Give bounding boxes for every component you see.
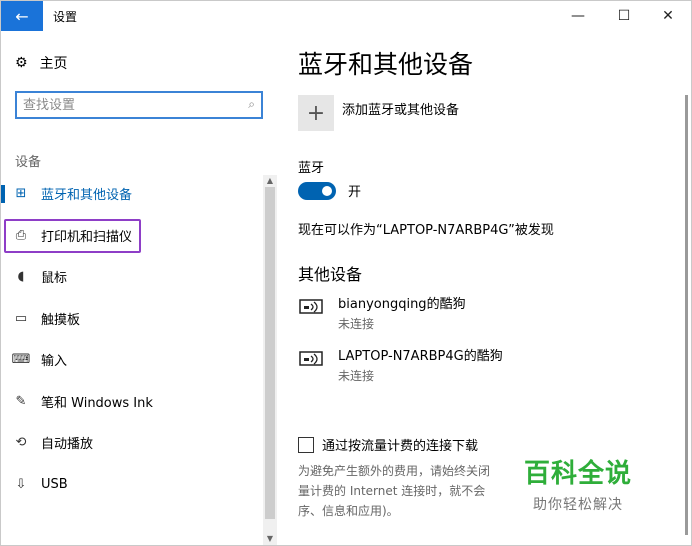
autoplay-icon: ⟲ — [15, 435, 27, 451]
sidebar-nav: ⊞ 蓝牙和其他设备 ⎙ 打印机和扫描仪 ◖ 鼠标 ▭ 触摸板 ⌨ 输入 ✎ 笔和… — [1, 173, 263, 505]
window-title: 设置 — [53, 10, 78, 24]
scroll-up-icon[interactable]: ▲ — [263, 175, 277, 187]
maximize-button[interactable]: ☐ — [601, 1, 647, 31]
keyboard-icon: ⌨ — [11, 352, 31, 368]
sidebar-item-usb[interactable]: ⇩ USB — [1, 464, 263, 506]
sidebar-item-touchpad[interactable]: ▭ 触摸板 — [1, 298, 263, 340]
main-content: 蓝牙和其他设备 + 添加蓝牙或其他设备 蓝牙 开 现在可以作为“LAPTOP-N… — [281, 31, 691, 545]
sidebar-item-label: 输入 — [41, 354, 68, 370]
pen-icon: ✎ — [15, 393, 27, 409]
scroll-down-icon[interactable]: ▼ — [263, 533, 277, 545]
metered-checkbox[interactable] — [298, 436, 314, 453]
metered-download-option: 通过按流量计费的连接下载 — [298, 435, 478, 454]
sidebar-item-pen[interactable]: ✎ 笔和 Windows Ink — [1, 381, 263, 423]
plus-icon: + — [298, 95, 334, 131]
bluetooth-toggle[interactable] — [298, 181, 336, 200]
bluetooth-toggle-row: 开 — [298, 181, 361, 200]
active-indicator — [1, 185, 5, 203]
sidebar-item-label: 鼠标 — [41, 271, 68, 287]
device-status: 未连接 — [338, 317, 375, 331]
minimize-icon: — — [571, 8, 585, 24]
arrow-left-icon: ← — [15, 6, 29, 26]
sidebar-item-label: 触摸板 — [41, 312, 81, 328]
page-title: 蓝牙和其他设备 — [298, 50, 474, 79]
touchpad-icon: ▭ — [14, 310, 28, 326]
usb-icon: ⇩ — [15, 476, 27, 492]
audio-device-icon — [299, 299, 323, 314]
device-status: 未连接 — [338, 369, 375, 383]
sidebar-item-label: 蓝牙和其他设备 — [41, 188, 133, 204]
close-icon: ✕ — [662, 8, 674, 24]
device-item[interactable]: LAPTOP-N7ARBP4G的酷狗 未连接 — [298, 345, 503, 384]
maximize-icon: ☐ — [617, 8, 631, 24]
discoverable-text: 现在可以作为“LAPTOP-N7ARBP4G”被发现 — [298, 223, 554, 238]
highlight-box — [4, 218, 141, 253]
sidebar-item-label: USB — [41, 476, 68, 492]
add-device-button[interactable]: + 添加蓝牙或其他设备 — [298, 95, 459, 131]
section-label: 设备 — [15, 155, 42, 170]
search-input[interactable] — [23, 96, 233, 114]
back-button[interactable]: ← — [1, 1, 43, 31]
metered-description: 为避免产生额外的费用，请始终关闭量计费的 Internet 连接时，就不会序、信… — [298, 464, 491, 518]
search-icon[interactable]: ⌕ — [248, 97, 255, 112]
gear-icon: ⚙ — [15, 55, 28, 71]
scrollbar-thumb[interactable] — [265, 187, 275, 519]
home-label: 主页 — [39, 56, 68, 72]
sidebar-item-bluetooth[interactable]: ⊞ 蓝牙和其他设备 — [1, 173, 263, 215]
device-item[interactable]: bianyongqing的酷狗 未连接 — [298, 293, 466, 332]
sidebar-item-mouse[interactable]: ◖ 鼠标 — [1, 256, 263, 298]
bluetooth-devices-icon: ⊞ — [15, 186, 27, 202]
other-devices-title: 其他设备 — [298, 265, 363, 284]
toggle-knob — [322, 185, 332, 196]
title-bar: ← 设置 — ☐ ✕ — [1, 1, 691, 31]
sidebar: ⚙ 主页 ⌕ 设备 ⊞ 蓝牙和其他设备 ⎙ 打印机和扫描仪 ◖ 鼠标 — [1, 31, 281, 545]
scrollbar-thumb[interactable] — [685, 95, 688, 535]
sidebar-item-autoplay[interactable]: ⟲ 自动播放 — [1, 422, 263, 464]
sidebar-item-printers[interactable]: ⎙ 打印机和扫描仪 — [1, 215, 263, 257]
watermark-subtitle: 助你轻松解决 — [533, 497, 623, 513]
mouse-icon: ◖ — [17, 269, 25, 285]
sidebar-scrollbar[interactable]: ▲ ▼ — [263, 175, 277, 545]
metered-label: 通过按流量计费的连接下载 — [322, 439, 479, 454]
watermark-logo: 百科全说 助你轻松解决 — [513, 453, 643, 514]
sidebar-item-typing[interactable]: ⌨ 输入 — [1, 339, 263, 381]
device-name: bianyongqing的酷狗 — [338, 297, 466, 312]
minimize-button[interactable]: — — [555, 1, 601, 31]
sidebar-item-label: 自动播放 — [41, 437, 94, 453]
search-box[interactable]: ⌕ — [15, 91, 263, 119]
add-device-label: 添加蓝牙或其他设备 — [342, 103, 460, 118]
audio-device-icon — [299, 351, 323, 366]
bluetooth-label: 蓝牙 — [298, 161, 325, 176]
settings-window: ← 设置 — ☐ ✕ ⚙ 主页 ⌕ 设备 ⊞ 蓝牙和其他设备 — [0, 0, 692, 546]
sidebar-item-label: 笔和 Windows Ink — [41, 395, 153, 411]
toggle-state-label: 开 — [348, 185, 362, 200]
main-scrollbar[interactable] — [683, 31, 689, 545]
close-button[interactable]: ✕ — [645, 1, 691, 31]
home-link[interactable]: ⚙ 主页 — [15, 53, 68, 73]
device-name: LAPTOP-N7ARBP4G的酷狗 — [338, 349, 503, 364]
watermark-title: 百科全说 — [523, 459, 632, 489]
